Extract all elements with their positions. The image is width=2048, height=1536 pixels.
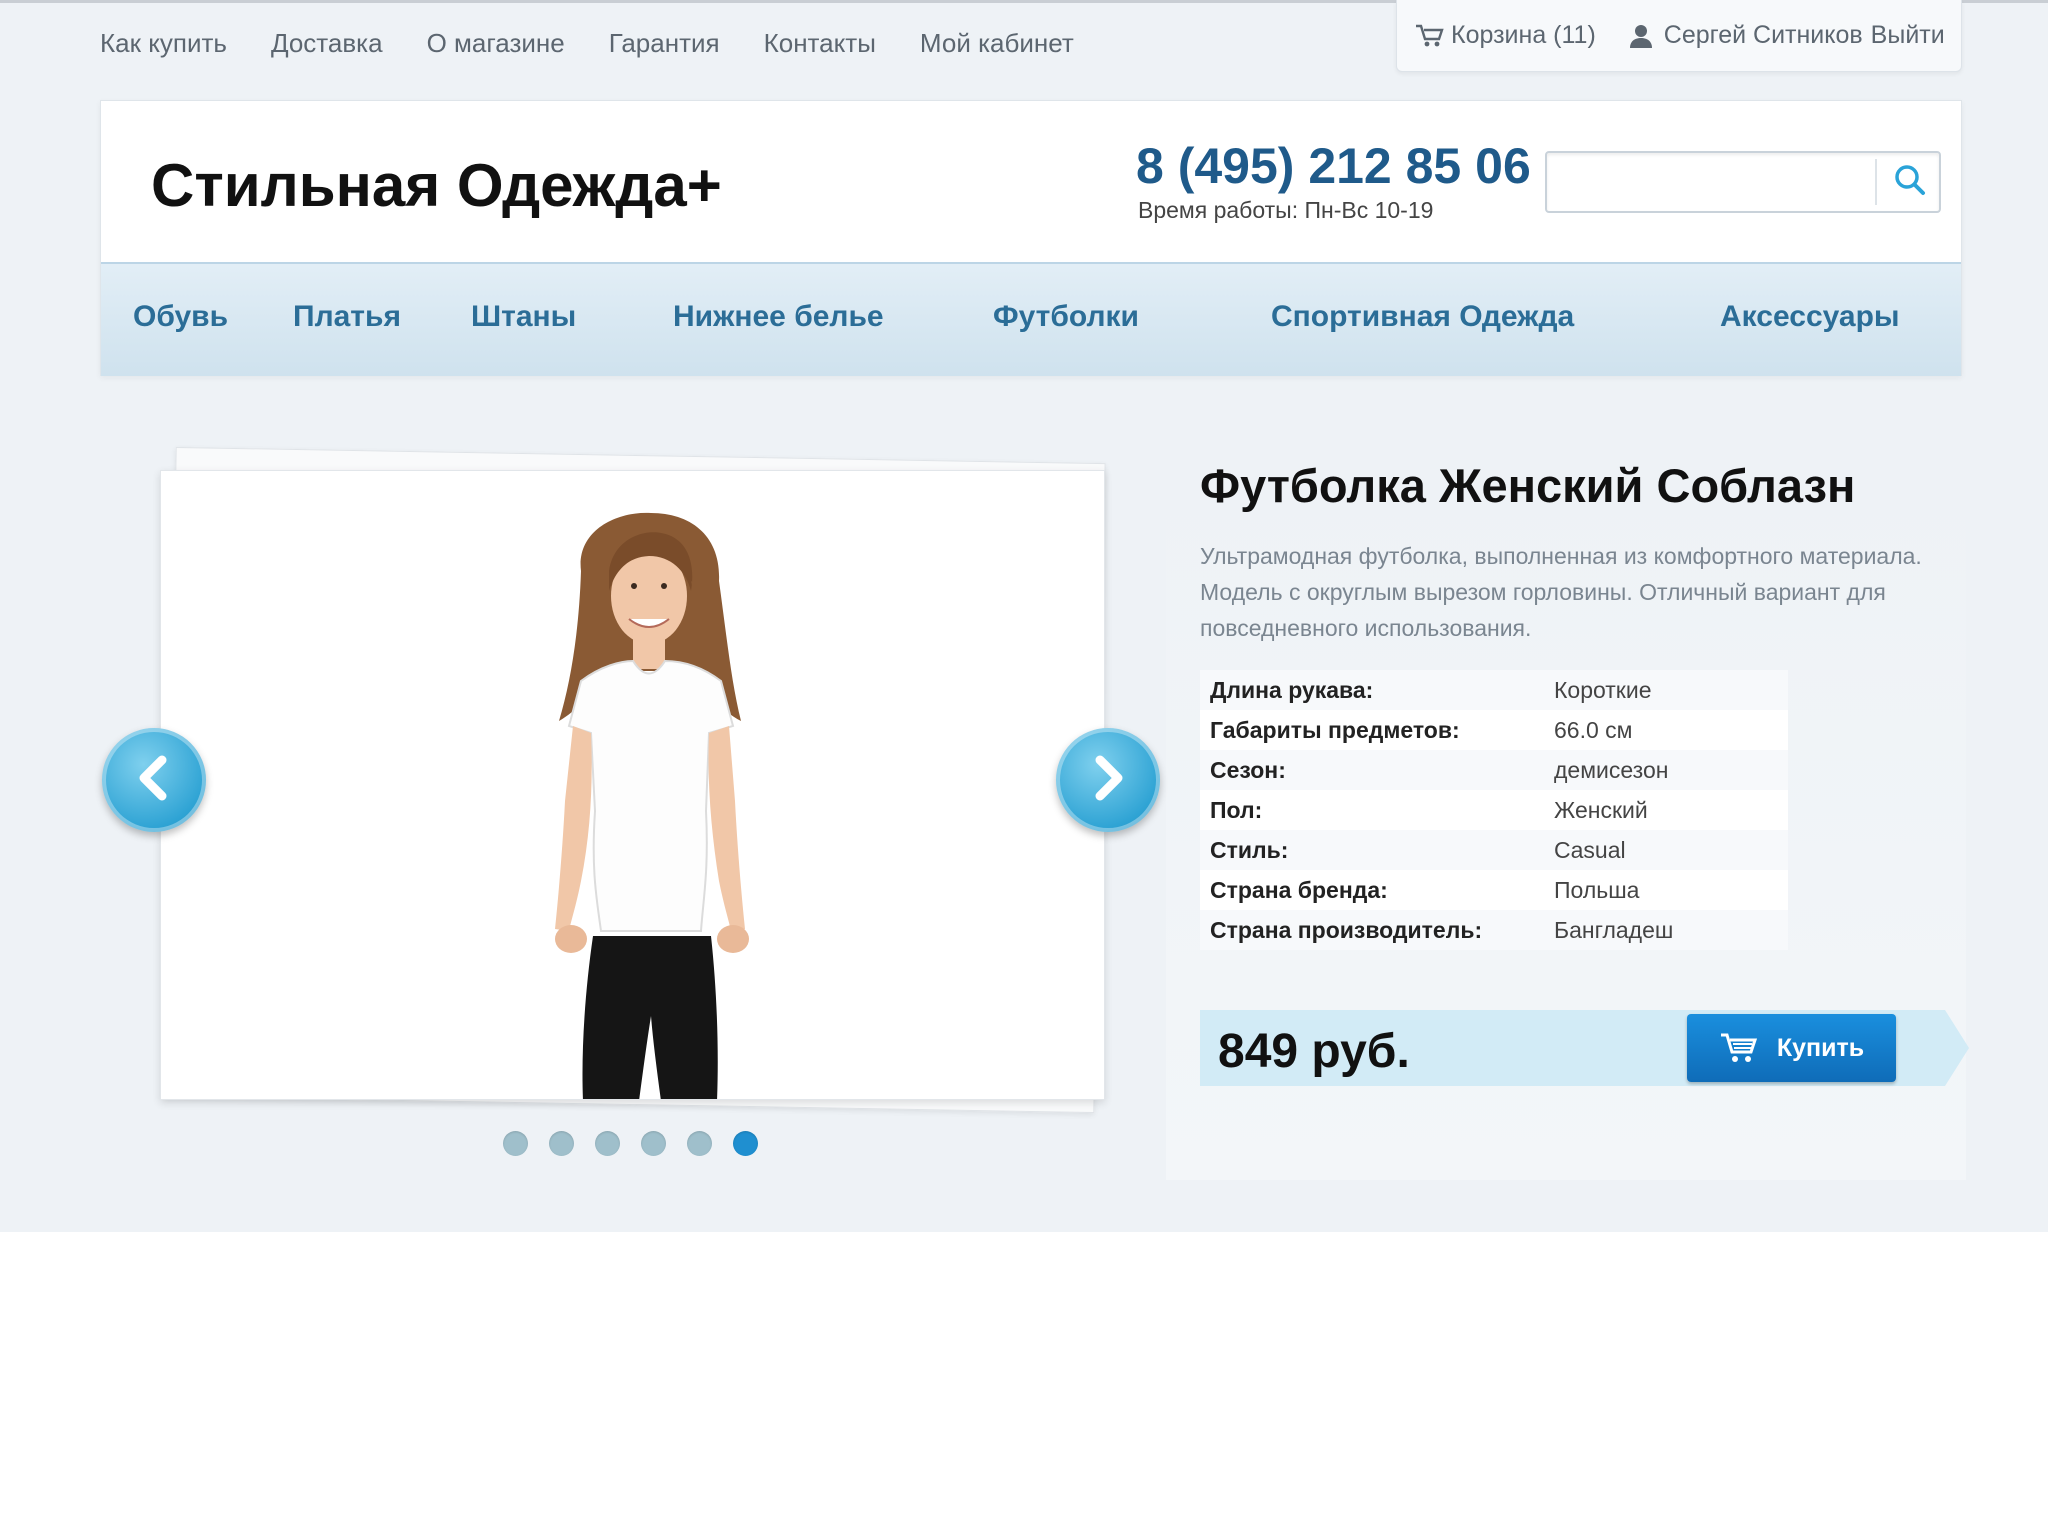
product-price: 849 руб. (1218, 1025, 1410, 1078)
slider-dot[interactable] (641, 1131, 666, 1156)
logout-link[interactable]: Выйти (1871, 21, 1945, 50)
price-bar: 849 руб. Купить (1200, 1010, 1969, 1086)
top-nav-my-account[interactable]: Мой кабинет (920, 28, 1074, 59)
spec-value: Короткие (1544, 670, 1788, 710)
product-specs-table: Длина рукава: Короткие Габариты предметов… (1200, 670, 1788, 950)
search-input[interactable] (1547, 153, 1873, 211)
spec-label: Стиль: (1200, 830, 1544, 870)
top-nav-about[interactable]: О магазине (427, 28, 565, 59)
spec-label: Страна бренда: (1200, 870, 1544, 910)
spec-label: Сезон: (1200, 750, 1544, 790)
category-underwear[interactable]: Нижнее белье (673, 300, 884, 334)
slider-dot[interactable] (549, 1131, 574, 1156)
chevron-right-icon (1088, 754, 1128, 807)
spec-row: Длина рукава: Короткие (1200, 670, 1788, 710)
user-info: Сергей Ситников Выйти (1628, 21, 1945, 50)
slider-dot[interactable] (687, 1131, 712, 1156)
slider-dot-active[interactable] (733, 1131, 758, 1156)
category-pants[interactable]: Штаны (471, 300, 576, 334)
spec-label: Пол: (1200, 790, 1544, 830)
buy-button[interactable]: Купить (1687, 1014, 1896, 1082)
product-photo (555, 512, 749, 1099)
category-accessories[interactable]: Аксессуары (1720, 300, 1900, 334)
spec-row: Сезон: демисезон (1200, 750, 1788, 790)
slide-frame (160, 470, 1105, 1100)
cart-link[interactable]: Корзина (11) (1415, 21, 1596, 50)
top-nav-warranty[interactable]: Гарантия (609, 28, 720, 59)
spec-value: Бангладеш (1544, 910, 1788, 950)
spec-row: Габариты предметов: 66.0 см (1200, 710, 1788, 750)
slider-dot[interactable] (595, 1131, 620, 1156)
cart-icon (1415, 23, 1445, 49)
working-hours: Время работы: Пн-Вс 10-19 (1138, 197, 1434, 223)
spec-label: Длина рукава: (1200, 670, 1544, 710)
spec-row: Страна производитель: Бангладеш (1200, 910, 1788, 950)
search-divider (1875, 159, 1877, 205)
cart-icon (1720, 1033, 1757, 1062)
slider-next-button[interactable] (1056, 728, 1160, 832)
site-header: Стильная Одежда+ 8 (495) 212 85 06 Время… (100, 100, 1962, 376)
spec-value: демисезон (1544, 750, 1788, 790)
top-nav-how-to-buy[interactable]: Как купить (100, 28, 227, 59)
chevron-left-icon (134, 754, 174, 807)
category-nav: Обувь Платья Штаны Нижнее белье Футболки… (101, 262, 1961, 376)
spec-value: Польша (1544, 870, 1788, 910)
spec-value: 66.0 см (1544, 710, 1788, 750)
category-sportswear[interactable]: Спортивная Одежда (1271, 300, 1574, 334)
product-slider (150, 446, 1110, 1120)
user-box: Корзина (11) Сергей Ситников Выйти (1396, 0, 1962, 72)
top-nav-contacts[interactable]: Контакты (764, 28, 876, 59)
slider-pagination (503, 1131, 758, 1156)
category-shoes[interactable]: Обувь (133, 300, 228, 334)
product-description: Ультрамодная футболка, выполненная из ко… (1200, 543, 1922, 641)
top-nav-delivery[interactable]: Доставка (271, 28, 383, 59)
phone-number: 8 (495) 212 85 06 (1136, 138, 1531, 194)
product-title: Футболка Женский Соблазн (1200, 459, 1856, 512)
buy-label: Купить (1776, 1033, 1865, 1062)
spec-row: Пол: Женский (1200, 790, 1788, 830)
spec-row: Стиль: Casual (1200, 830, 1788, 870)
spec-row: Страна бренда: Польша (1200, 870, 1788, 910)
user-name[interactable]: Сергей Ситников (1664, 21, 1863, 50)
spec-label: Габариты предметов: (1200, 710, 1544, 750)
top-nav: Как купить Доставка О магазине Гарантия … (100, 28, 1118, 59)
cart-label: Корзина (11) (1451, 21, 1596, 49)
slider-prev-button[interactable] (102, 728, 206, 832)
search-icon (1892, 162, 1928, 203)
spec-label: Страна производитель: (1200, 910, 1544, 950)
spec-value: Casual (1544, 830, 1788, 870)
site-logo[interactable]: Стильная Одежда+ (151, 151, 722, 220)
category-tshirts[interactable]: Футболки (993, 300, 1139, 334)
category-dresses[interactable]: Платья (293, 300, 401, 334)
search-button[interactable] (1883, 159, 1937, 205)
search-box (1545, 151, 1941, 213)
spec-value: Женский (1544, 790, 1788, 830)
user-icon (1628, 23, 1658, 49)
slider-dot[interactable] (503, 1131, 528, 1156)
